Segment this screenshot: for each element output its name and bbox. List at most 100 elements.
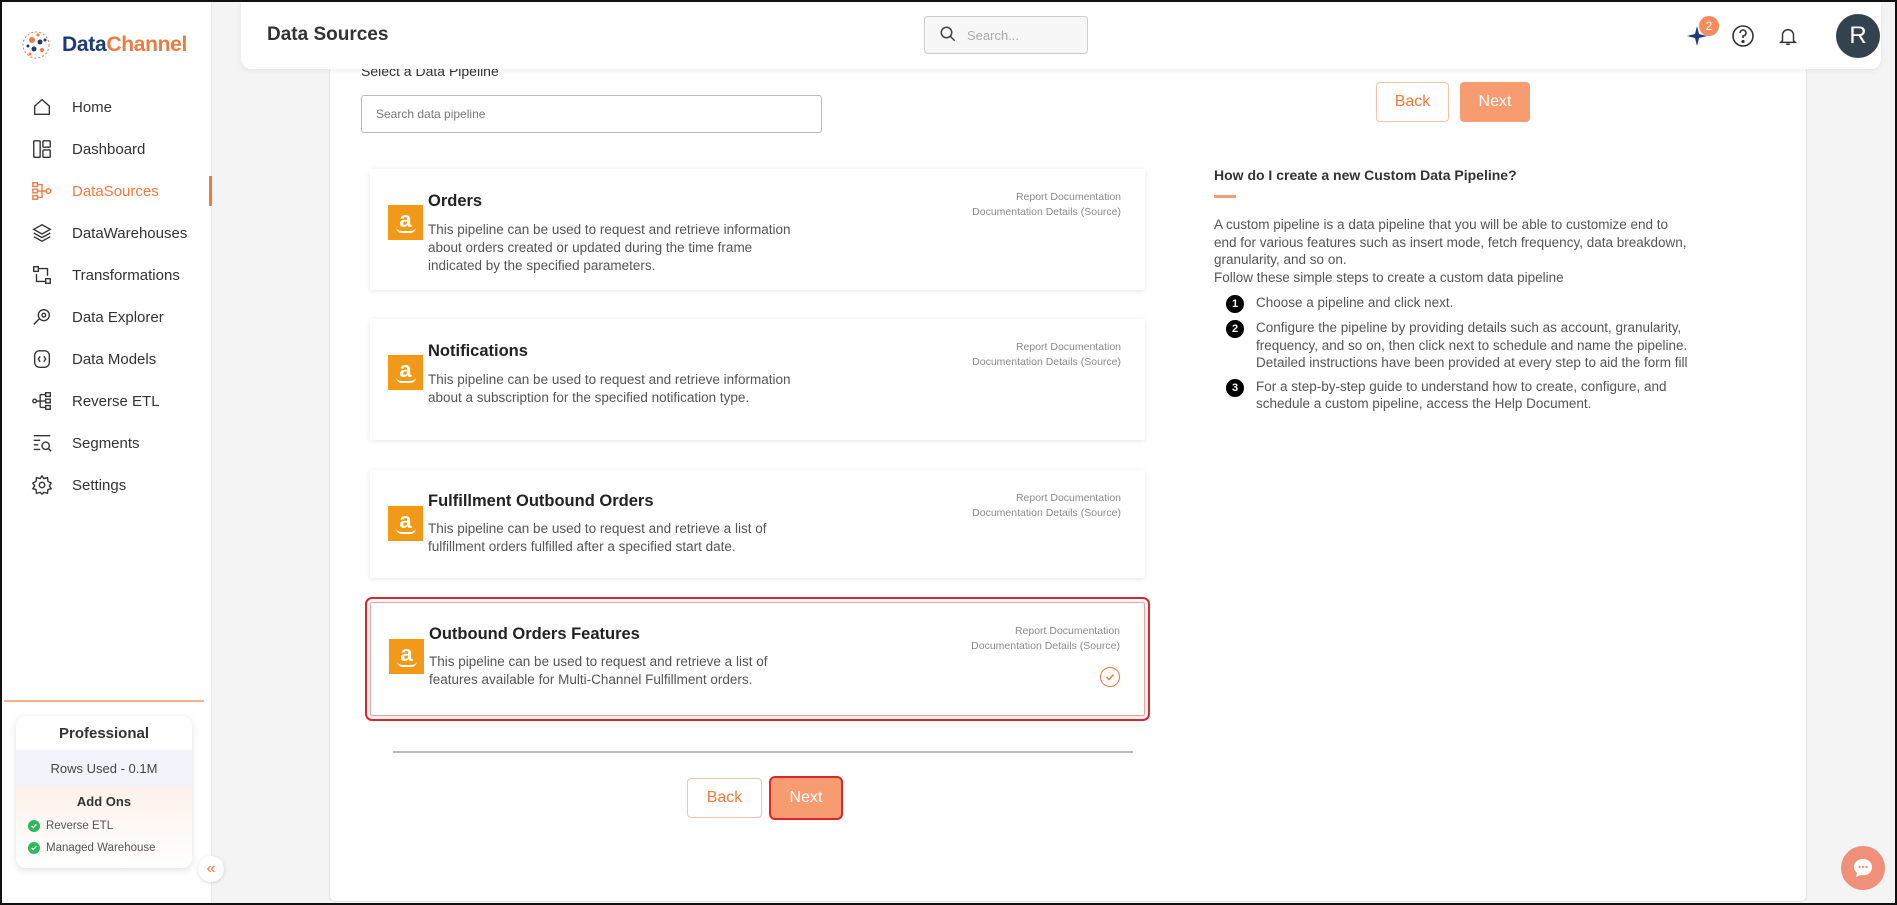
sidebar-item-dashboard[interactable]: Dashboard <box>2 128 212 170</box>
sidebar-item-label: Data Explorer <box>72 308 164 326</box>
datachannel-logo-icon <box>22 31 50 59</box>
selected-check-icon <box>1100 667 1120 687</box>
sidebar-item-label: Reverse ETL <box>72 392 160 410</box>
segments-icon <box>30 431 54 455</box>
pipeline-card-orders[interactable]: a Orders This pipeline can be used to re… <box>370 169 1145 290</box>
sidebar-item-label: Data Models <box>72 350 157 368</box>
step-number: 3 <box>1226 378 1244 397</box>
sidebar-item-transformations[interactable]: Transformations <box>2 254 212 296</box>
step-text: For a step-by-step guide to understand h… <box>1256 378 1667 412</box>
help-step: 2 Configure the pipeline by providing de… <box>1226 319 1694 372</box>
datawarehouses-icon <box>30 221 54 245</box>
page-title: Data Sources <box>267 24 389 45</box>
sidebar-item-settings[interactable]: Settings <box>2 464 212 506</box>
step-text: Choose a pipeline and click next. <box>1256 295 1454 310</box>
data-models-icon <box>30 347 54 371</box>
collapse-sidebar-button[interactable]: « <box>198 856 224 882</box>
documentation-details-link[interactable]: Documentation Details (Source) <box>972 205 1121 220</box>
check-circle-icon <box>28 820 40 832</box>
sidebar-item-label: Transformations <box>72 266 180 284</box>
sidebar-item-reverse-etl[interactable]: Reverse ETL <box>2 380 212 422</box>
sidebar-item-label: DataSources <box>72 182 159 200</box>
pipeline-links: Report Documentation Documentation Detai… <box>972 491 1121 521</box>
sidebar-item-datasources[interactable]: DataSources <box>2 170 212 212</box>
sidebar-nav: Home Dashboard DataSources DataWarehouse… <box>2 86 212 506</box>
data-explorer-icon <box>30 305 54 329</box>
search-input[interactable]: Search... <box>924 16 1088 54</box>
double-chevron-left-icon: « <box>206 860 216 877</box>
report-documentation-link[interactable]: Report Documentation <box>972 190 1121 205</box>
addons-section: Add Ons Reverse ETL Managed Warehouse <box>16 786 192 868</box>
settings-icon <box>30 473 54 497</box>
dashboard-icon <box>30 137 54 161</box>
top-header: Data Sources Search... 2 R <box>241 2 1881 69</box>
pipeline-title: Notifications <box>428 342 528 360</box>
pipeline-title: Orders <box>428 192 483 210</box>
search-icon <box>939 25 957 46</box>
sidebar-item-segments[interactable]: Segments <box>2 422 212 464</box>
documentation-details-link[interactable]: Documentation Details (Source) <box>972 355 1121 370</box>
documentation-details-link[interactable]: Documentation Details (Source) <box>971 639 1120 654</box>
back-button-top[interactable]: Back <box>1376 82 1449 122</box>
addon-item: Reverse ETL <box>16 815 192 837</box>
datasources-icon <box>30 179 54 203</box>
help-title: How do I create a new Custom Data Pipeli… <box>1214 167 1517 183</box>
step-number: 1 <box>1226 295 1244 313</box>
sidebar-item-data-explorer[interactable]: Data Explorer <box>2 296 212 338</box>
help-button[interactable] <box>1731 24 1755 48</box>
plan-card: Professional Rows Used - 0.1M Add Ons Re… <box>16 716 192 868</box>
pipeline-title: Outbound Orders Features <box>429 625 640 643</box>
report-documentation-link[interactable]: Report Documentation <box>972 491 1121 506</box>
next-button-top[interactable]: Next <box>1460 82 1530 122</box>
back-button[interactable]: Back <box>687 778 762 818</box>
documentation-details-link[interactable]: Documentation Details (Source) <box>972 506 1121 521</box>
notifications-button[interactable] <box>1776 24 1800 48</box>
bell-icon <box>1778 28 1798 45</box>
sidebar-item-label: DataWarehouses <box>72 224 188 242</box>
chat-button[interactable] <box>1841 846 1885 890</box>
pipeline-description: This pipeline can be used to request and… <box>428 222 791 273</box>
rows-used: Rows Used - 0.1M <box>16 750 192 786</box>
help-steps: 1 Choose a pipeline and click next. 2 Co… <box>1214 294 1694 413</box>
help-panel: How do I create a new Custom Data Pipeli… <box>1214 167 1694 419</box>
brand-logo[interactable]: DataChannel <box>20 28 187 62</box>
sidebar-item-home[interactable]: Home <box>2 86 212 128</box>
pipeline-links: Report Documentation Documentation Detai… <box>971 624 1120 654</box>
pipeline-links: Report Documentation Documentation Detai… <box>972 190 1121 220</box>
sidebar-item-datawarehouses[interactable]: DataWarehouses <box>2 212 212 254</box>
pipeline-card-fulfillment-outbound-orders[interactable]: a Fulfillment Outbound Orders This pipel… <box>370 470 1145 578</box>
pipeline-card-outbound-orders-features[interactable]: a Outbound Orders Features This pipeline… <box>365 597 1150 721</box>
pipeline-title: Fulfillment Outbound Orders <box>428 492 654 510</box>
amazon-logo-icon: a <box>389 639 424 674</box>
notification-badge: 2 <box>1699 16 1719 36</box>
next-button[interactable]: Next <box>771 778 841 818</box>
ai-sparkle-button[interactable]: 2 <box>1685 16 1719 48</box>
content-divider <box>393 751 1133 753</box>
help-title-underline <box>1214 195 1236 198</box>
step-number: 2 <box>1226 320 1244 338</box>
pipeline-links: Report Documentation Documentation Detai… <box>972 340 1121 370</box>
chat-bubble-icon <box>1854 859 1872 877</box>
addon-item: Managed Warehouse <box>16 837 192 859</box>
pipeline-search-input[interactable]: Search data pipeline <box>361 95 822 133</box>
transformations-icon <box>30 263 54 287</box>
sidebar: DataChannel Home Dashboard DataSources D… <box>2 2 224 903</box>
pipeline-description: This pipeline can be used to request and… <box>428 521 767 554</box>
amazon-logo-icon: a <box>388 506 423 541</box>
sidebar-item-data-models[interactable]: Data Models <box>2 338 212 380</box>
search-placeholder: Search... <box>967 27 1020 43</box>
avatar[interactable]: R <box>1836 14 1880 58</box>
pipeline-description: This pipeline can be used to request and… <box>428 372 791 405</box>
home-icon <box>30 95 54 119</box>
amazon-logo-icon: a <box>388 355 423 390</box>
check-circle-icon <box>28 842 40 854</box>
step-text: Configure the pipeline by providing deta… <box>1256 320 1688 370</box>
plan-name: Professional <box>58 724 150 742</box>
report-documentation-link[interactable]: Report Documentation <box>971 624 1120 639</box>
sidebar-item-label: Home <box>72 98 113 116</box>
pipeline-card-notifications[interactable]: a Notifications This pipeline can be use… <box>370 319 1145 440</box>
addons-title: Add Ons <box>76 794 132 809</box>
report-documentation-link[interactable]: Report Documentation <box>972 340 1121 355</box>
main-content: Select a Data Pipeline Search data pipel… <box>329 40 1807 902</box>
help-icon <box>1732 25 1754 47</box>
